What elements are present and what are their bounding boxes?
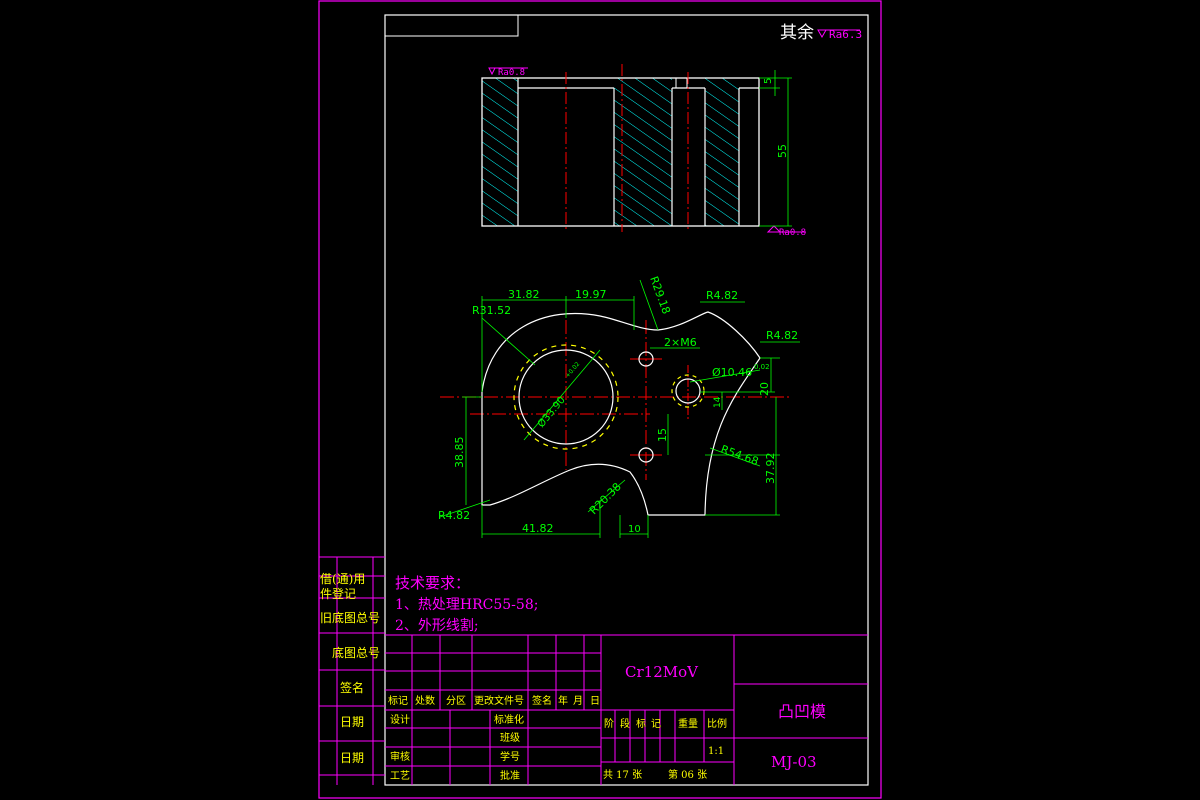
stage-header-3: 标 (636, 718, 646, 730)
dim-r54-68: R54.68 (719, 443, 760, 469)
tech-req-title: 技术要求： (395, 574, 470, 592)
hatch-right (705, 78, 739, 226)
sign-label-design: 设计 (390, 713, 410, 726)
rev-header-day: 日 (590, 696, 600, 707)
rev-header-sign: 签名 (532, 694, 552, 707)
strip-label-7: 日期 (340, 751, 364, 765)
section-view: Ra0.8 Ra0.8 5 55 (481, 64, 806, 238)
rev-header-month: 月 (573, 695, 583, 707)
dim-19-97: 19.97 (575, 288, 607, 301)
strip-label-3: 旧底图总号 (320, 610, 380, 625)
stage-header-scale: 比例 (707, 717, 727, 730)
dim-20: 20 (758, 382, 771, 396)
strip-label-1: 借(通)用 (320, 572, 365, 586)
sheet-border (318, 0, 882, 799)
total-sheets: 共 17 张 (603, 769, 642, 781)
std-label-id: 学号 (500, 750, 520, 763)
sheet-number: 第 06 张 (668, 768, 707, 781)
strip-label-2: 件登记 (320, 586, 356, 601)
drawing-canvas: 其余 Ra6.3 Ra0.8 Ra0.8 5 55 31.82 19.97 R2… (318, 0, 882, 799)
strip-label-5: 签名 (340, 680, 364, 695)
dim-tol-0-02: 0.02 (754, 363, 770, 371)
std-label-standard: 标准化 (494, 713, 524, 726)
roughness-bottom-label: Ra0.8 (779, 228, 806, 238)
dim-big-tolerance: +0.02 (564, 361, 581, 380)
std-label-class: 班级 (500, 732, 520, 744)
plan-view: 31.82 19.97 R29.18 R4.82 R4.82 R31.52 2×… (438, 275, 800, 538)
dim-r4-82-right: R4.82 (766, 329, 798, 342)
top-left-box (385, 15, 519, 37)
sign-label-review: 审核 (390, 750, 410, 763)
dim-55: 55 (776, 144, 789, 158)
dim-41-82: 41.82 (522, 522, 554, 535)
roughness-top-label: Ra0.8 (498, 68, 525, 78)
hatch-left (482, 78, 518, 226)
corner-roughness-prefix: 其余 (780, 23, 814, 43)
dim-15: 15 (656, 428, 669, 442)
tech-req-item-1: 1、热处理HRC55-58; (395, 597, 538, 613)
dim-r20-38: R20.38 (587, 480, 624, 517)
strip-label-6: 日期 (340, 715, 364, 729)
part-name: 凸凹模 (778, 702, 826, 721)
dim-31-82: 31.82 (508, 288, 540, 301)
dim-2xm6: 2×M6 (664, 336, 697, 349)
dim-dia-10-46: Ø10.46 (712, 366, 752, 379)
dim-r4-82-left: R4.82 (438, 509, 470, 522)
drawing-number: MJ-03 (771, 753, 817, 771)
rev-header-doc: 更改文件号 (474, 694, 524, 707)
material-label: Cr12MoV (625, 663, 699, 681)
std-label-approve: 批准 (500, 769, 520, 782)
tech-req-item-2: 2、外形线割; (395, 617, 479, 634)
sign-label-process: 工艺 (390, 770, 410, 782)
dim-38-85: 38.85 (453, 437, 466, 469)
corner-roughness-value: Ra6.3 (829, 28, 862, 41)
dim-r4-82-top: R4.82 (706, 289, 738, 302)
rev-header-year: 年 (558, 694, 568, 707)
dim-37-92: 37.92 (764, 453, 777, 485)
dim-10: 10 (628, 524, 641, 535)
dim-dia-33-90: Ø33.90 (535, 394, 568, 430)
rev-header-mark: 标记 (388, 695, 408, 707)
scale-value: 1:1 (708, 746, 724, 757)
dim-5: 5 (763, 78, 774, 84)
stage-header-weight: 重量 (678, 717, 698, 730)
dim-14: 14 (713, 396, 723, 408)
stage-header-2: 段 (620, 717, 630, 730)
hatch-middle (614, 78, 672, 226)
dim-r31-52: R31.52 (472, 304, 511, 317)
rev-header-count: 处数 (415, 694, 435, 707)
strip-label-4: 底图总号 (332, 645, 380, 660)
stage-header-1: 阶 (604, 717, 614, 730)
rev-header-zone: 分区 (446, 695, 466, 707)
stage-header-4: 记 (651, 718, 661, 730)
